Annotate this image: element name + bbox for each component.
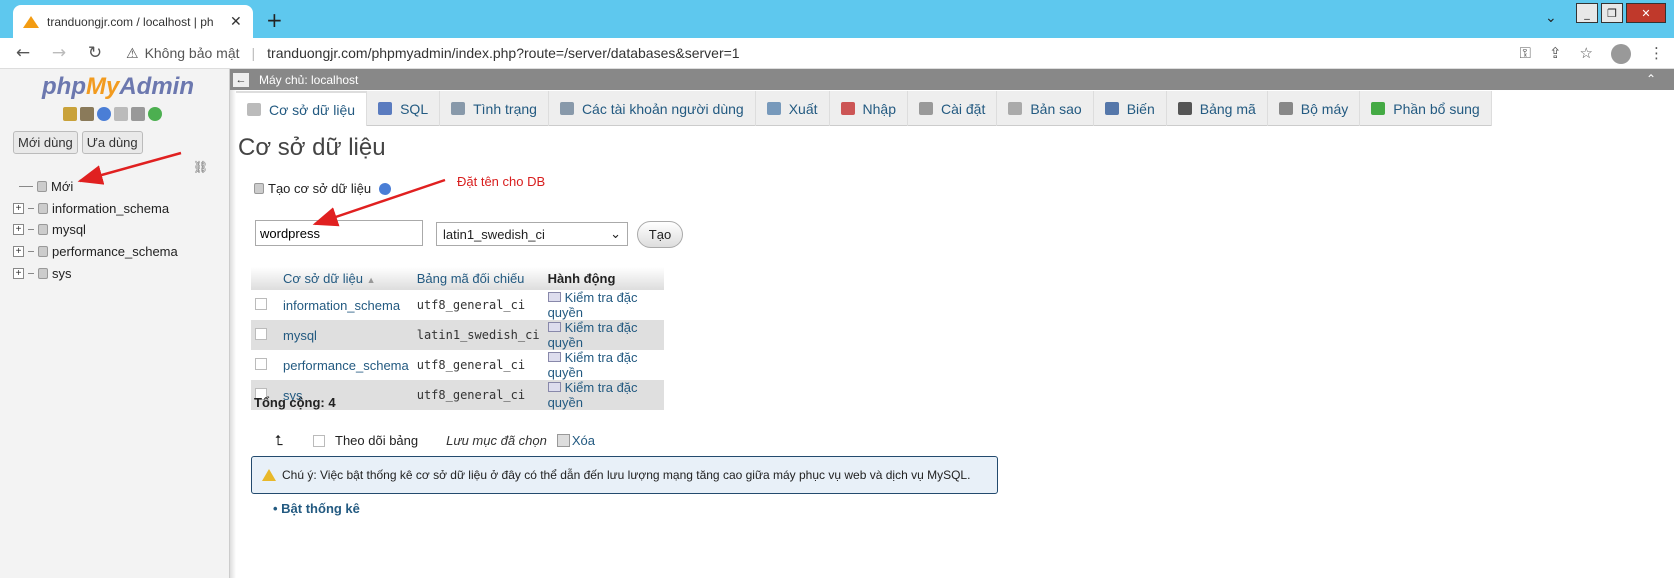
- arrow-to-db-input: [312, 178, 446, 227]
- annotation-arrows: [77, 151, 446, 227]
- arrow-to-new: [77, 151, 182, 185]
- screen: tranduongjr.com / localhost | ph ✕ + ⌄ _…: [0, 0, 1674, 578]
